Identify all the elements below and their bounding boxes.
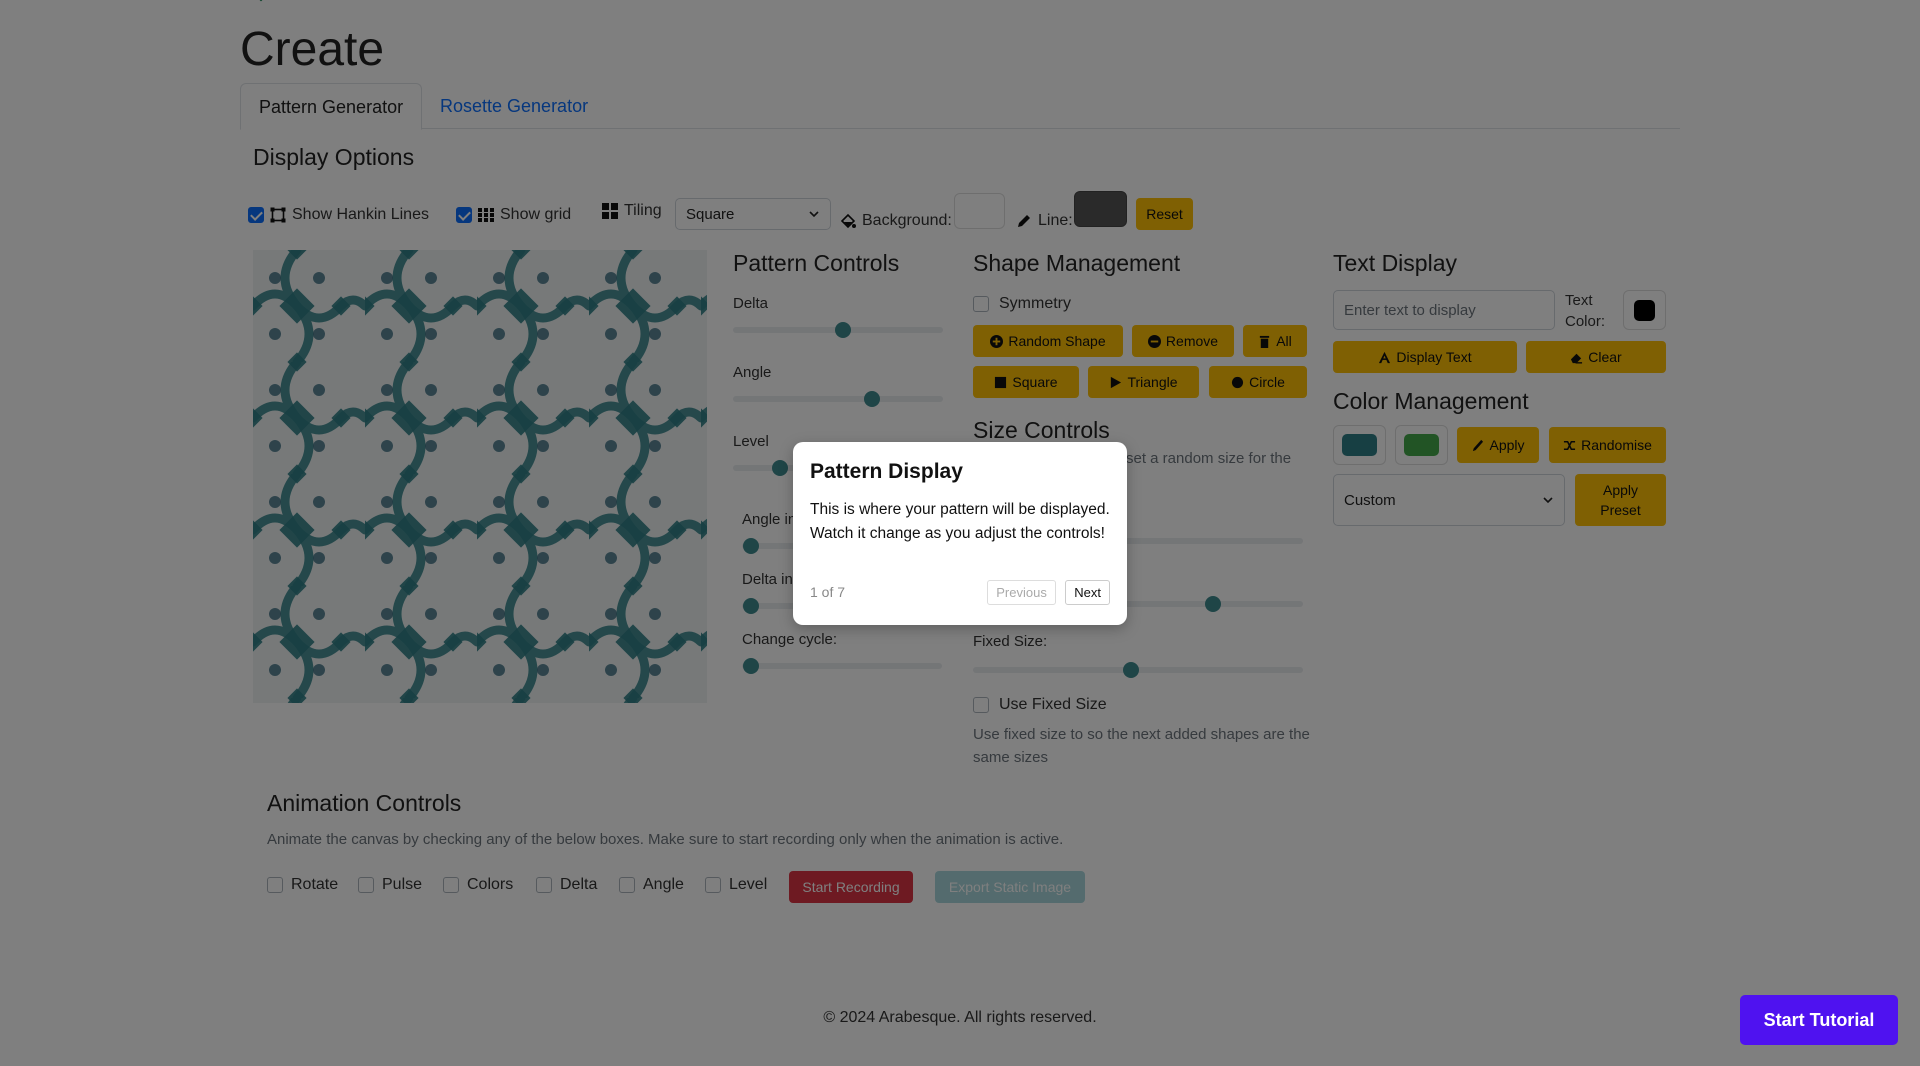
page: Create Pattern Generator Rosette Generat… xyxy=(0,0,1920,1066)
tutorial-title: Pattern Display xyxy=(810,460,963,483)
start-tutorial-button[interactable]: Start Tutorial xyxy=(1740,995,1898,1045)
tutorial-popover: Pattern Display This is where your patte… xyxy=(793,442,1127,625)
tutorial-footer: 1 of 7 Previous Next xyxy=(810,579,1110,605)
tutorial-next-button[interactable]: Next xyxy=(1065,579,1110,605)
tutorial-previous-button[interactable]: Previous xyxy=(987,579,1056,605)
tutorial-body: This is where your pattern will be displ… xyxy=(810,501,1110,542)
tutorial-progress: 1 of 7 xyxy=(810,584,846,600)
